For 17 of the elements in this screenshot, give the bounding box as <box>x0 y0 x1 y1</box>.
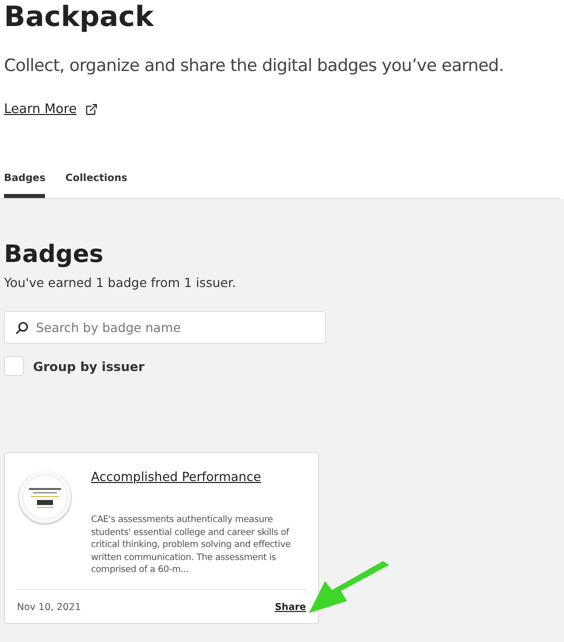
badge-date: Nov 10, 2021 <box>17 602 81 612</box>
badge-summary: You've earned 1 badge from 1 issuer. <box>4 275 237 290</box>
share-link[interactable]: Share <box>274 602 306 612</box>
learn-more-link[interactable]: Learn More <box>4 102 98 117</box>
checkbox[interactable] <box>4 356 24 376</box>
section-heading: Badges <box>4 239 104 269</box>
search-field[interactable]: Search by badge name <box>4 311 326 344</box>
annotation-arrow-icon <box>307 561 391 615</box>
page-title: Backpack <box>4 0 155 34</box>
tab[interactable]: Badges <box>4 173 46 198</box>
search-icon <box>15 321 29 335</box>
page-subtitle: Collect, organize and share the digital badges you’ve earned. <box>4 56 505 76</box>
badge-description: CAE's assessments authentically measure students' essential college and career skills of critical thinking, problem solving and effective written communication. The assessment is comprised of a 60-m... <box>91 514 292 576</box>
external-link-icon <box>84 103 98 116</box>
tab[interactable]: Collections <box>65 173 128 198</box>
checkbox-label: Group by issuer <box>33 358 144 374</box>
badge-title-link[interactable]: Accomplished Performance <box>91 469 306 484</box>
